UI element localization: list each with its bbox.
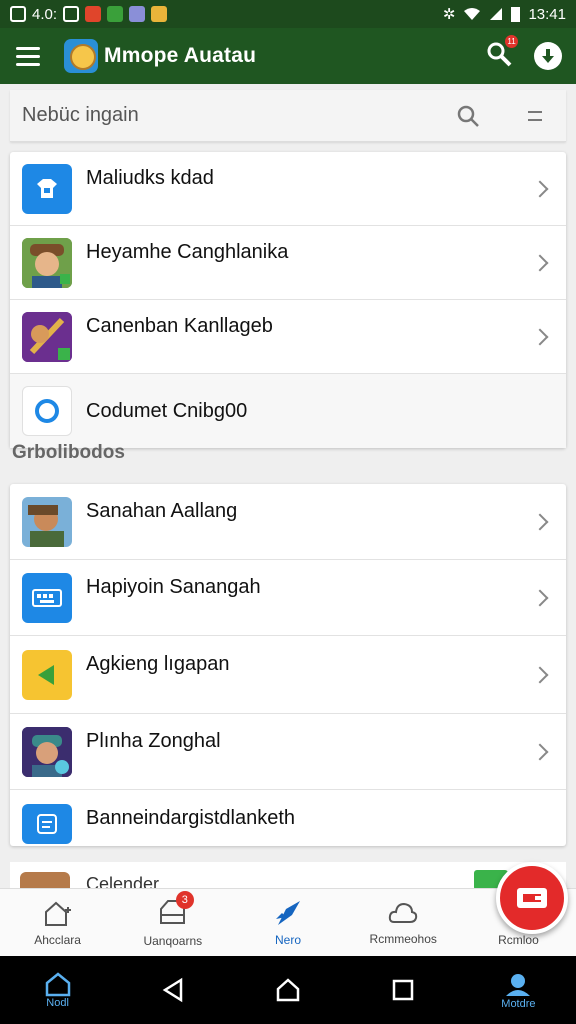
assistant-label: Motdre [501,998,536,1010]
search-bar[interactable]: Nebüc ingain [10,90,566,142]
list-item-label: Canenban Kanllageb [86,315,273,337]
square-icon [392,979,414,1001]
chevron-right-icon [531,666,549,683]
chevron-right-icon [531,328,549,345]
chevron-right-icon [531,589,549,606]
notification-badge: 3 [175,891,194,909]
list-item[interactable]: Maliudks kdad [10,152,566,226]
list-item-label: Codumet Cnibg00 [86,399,248,422]
system-navigation-bar: Nodl Motdre [0,956,576,1024]
status-bar: 4.0: ✲ 13:41 [0,0,576,28]
battery-icon [511,6,521,22]
back-triangle-icon [162,977,183,1003]
download-button[interactable] [534,42,562,70]
image-icon [10,6,26,22]
list-item[interactable]: Sanahan Aallang [10,484,566,560]
warrior-avatar-icon [22,496,72,547]
list-item[interactable]: Codumet Cnibg00 [10,374,566,448]
tab-nero[interactable]: Nero [230,889,345,956]
chevron-right-icon [531,743,549,760]
home-button[interactable] [230,977,345,1003]
app-notification-icon [107,6,124,22]
list-item[interactable]: Hapiyoin Sanangah [10,560,566,636]
bottom-navigation: Ahcclara 3 Uanqoarns Nero Rcmmeohos Rcml… [0,888,576,956]
tab-label: Uanqoarns [143,934,203,948]
app-notification-icon [151,6,168,22]
play-triangle-icon [22,649,72,700]
compose-fab-button[interactable] [496,862,568,934]
partial-list-item[interactable]: Celender [10,862,566,888]
list-item[interactable]: Heyamhe Canghlanika [10,226,566,300]
list-item-label: Plınha Zonghal [86,730,221,752]
bottom-list-card: Sanahan Aallang Hapiyoin Sanangah Agkien… [10,484,566,846]
list-item-label: Agkieng lıgapan [86,653,230,675]
recents-button[interactable] [346,978,461,1002]
tab-label: Rcmloo [498,932,539,947]
list-item[interactable]: Banneindargistdlanketh [10,790,566,846]
clock-time: 13:41 [528,5,566,23]
top-list-card: Maliudks kdad Heyamhe Canghlanika Canenb… [10,152,566,448]
signal-icon [490,8,503,20]
list-item-label: Maliudks kdad [86,167,214,189]
circle-icon [22,386,72,436]
tab-inbox[interactable]: 3 Uanqoarns [115,889,230,956]
card-icon [517,888,547,908]
search-key-button[interactable]: 11 [486,34,518,72]
tab-recommendations[interactable]: Rcmmeohos [346,889,461,956]
document-icon [22,804,72,844]
app-notification-icon [129,6,146,22]
hamburger-menu-icon[interactable] [0,28,56,84]
app-notification-icon [85,6,102,22]
launcher-home-button[interactable]: Nodl [0,971,115,1009]
chevron-right-icon [531,513,549,530]
notification-badge: 11 [505,34,518,48]
keyboard-icon [22,572,72,623]
chevron-right-icon [531,254,549,271]
chevron-right-icon [531,180,549,197]
list-item-label: Banneindargistdlanketh [86,806,296,829]
home-outline-icon [276,978,300,1002]
app-title: Mmope Auatau [104,44,257,67]
tab-label: Ahcclara [34,932,81,947]
filter-icon[interactable] [526,108,544,124]
settings-icon: ✲ [442,6,456,23]
tab-label: Rcmmeohos [369,931,437,946]
peek-avatar-icon [20,872,70,888]
back-button[interactable] [115,977,230,1003]
app-logo [64,39,98,73]
list-item[interactable]: Plınha Zonghal [10,714,566,790]
tab-label: Nero [275,932,302,947]
app-bar: Mmope Auatau 11 [0,28,576,84]
wifi-icon [464,8,481,20]
section-title: Grbolibodos [12,442,125,463]
list-item-label: Hapiyoin Sanangah [86,576,261,598]
character-avatar-icon [22,237,72,288]
shirt-icon [22,163,72,214]
list-item-label: Heyamhe Canghlanika [86,241,289,263]
download-icon [542,49,554,63]
list-item-label: Celender [86,874,160,888]
cloud-icon [389,902,418,923]
assistant-icon [506,974,531,996]
list-item[interactable]: Agkieng lıgapan [10,636,566,714]
list-item-label: Sanahan Aallang [86,500,238,522]
soldier-avatar-icon [22,726,72,777]
house-icon [45,972,70,997]
launcher-label: Nodl [46,997,69,1009]
tab-home[interactable]: Ahcclara [0,889,115,956]
calendar-icon [63,6,80,22]
rocket-icon [276,900,300,925]
search-icon[interactable] [456,104,480,128]
list-item[interactable]: Canenban Kanllageb [10,300,566,374]
search-placeholder: Nebüc ingain [22,104,139,126]
home-icon [44,901,71,926]
assistant-button[interactable]: Motdre [461,970,576,1010]
status-text: 4.0: [32,5,58,23]
hero-sword-icon [22,311,72,362]
